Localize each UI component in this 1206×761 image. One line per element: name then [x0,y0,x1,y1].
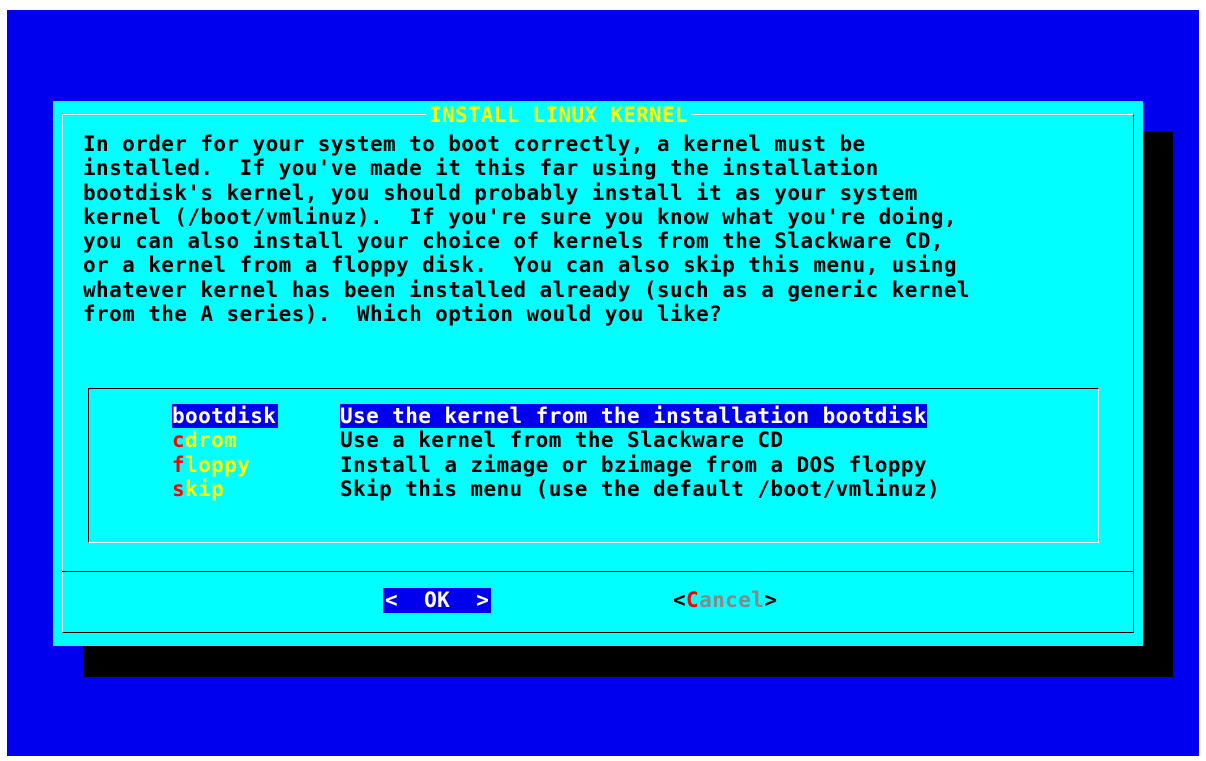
menu-item-tag-rest: kip [185,476,225,501]
menu-item-bootdisk[interactable]: bootdisk Use the kernel from the install… [172,404,940,429]
menu-item-description: Skip this menu (use the default /boot/vm… [340,476,940,501]
message-line: from the A series). Which option would y… [83,302,723,327]
menu-item-tag: cdrom [172,428,340,452]
message-line: whatever kernel has been installed alrea… [83,277,970,302]
message-line: bootdisk's kernel, you should probably i… [83,180,918,205]
menu-item-tag-rest: loppy [185,452,251,477]
menu-item-cdrom[interactable]: cdrom Use a kernel from the Slackware CD [172,428,940,452]
menu-item-description: Use a kernel from the Slackware CD [340,428,784,453]
message-line: installed. If you've made it this far us… [83,156,879,181]
ok-button[interactable]: < OK > [383,588,492,613]
dialog-title: INSTALL LINUX KERNEL [426,103,691,127]
cancel-bracket-open: < [673,588,687,612]
cancel-button[interactable]: <Cancel> [673,588,777,613]
kernel-options-menu: bootdisk Use the kernel from the install… [172,404,940,501]
menu-item-floppy[interactable]: floppy Install a zimage or bzimage from … [172,453,940,477]
menu-item-tag: skip [172,477,340,501]
menu-item-tag: floppy [172,453,340,477]
cancel-label-rest: ancel [699,588,765,612]
message-line: kernel (/boot/vmlinuz). If you're sure y… [83,204,957,229]
menu-item-skip[interactable]: skip Skip this menu (use the default /bo… [172,477,940,501]
menu-item-description: Install a zimage or bzimage from a DOS f… [340,452,927,477]
message-line: you can also install your choice of kern… [83,229,944,254]
cancel-hotkey: C [686,588,700,612]
menu-item-description: Use the kernel from the installation boo… [340,404,927,429]
dialog-message: In order for your system to boot correct… [83,132,970,326]
menu-item-tag-rest: ootdisk [185,404,277,428]
menu-item-hotkey: c [172,428,186,453]
menu-item-hotkey: b [172,404,186,428]
button-separator [62,571,1134,572]
menu-item-hotkey: s [172,476,186,501]
menu-item-tag-rest: drom [185,428,238,453]
cancel-bracket-close: > [764,588,778,612]
message-line: or a kernel from a floppy disk. You can … [83,253,957,278]
install-kernel-dialog: INSTALL LINUX KERNEL In order for your s… [53,101,1143,646]
menu-item-hotkey: f [172,452,186,477]
message-line: In order for your system to boot correct… [83,132,866,156]
menu-item-tag: bootdisk [172,404,340,428]
